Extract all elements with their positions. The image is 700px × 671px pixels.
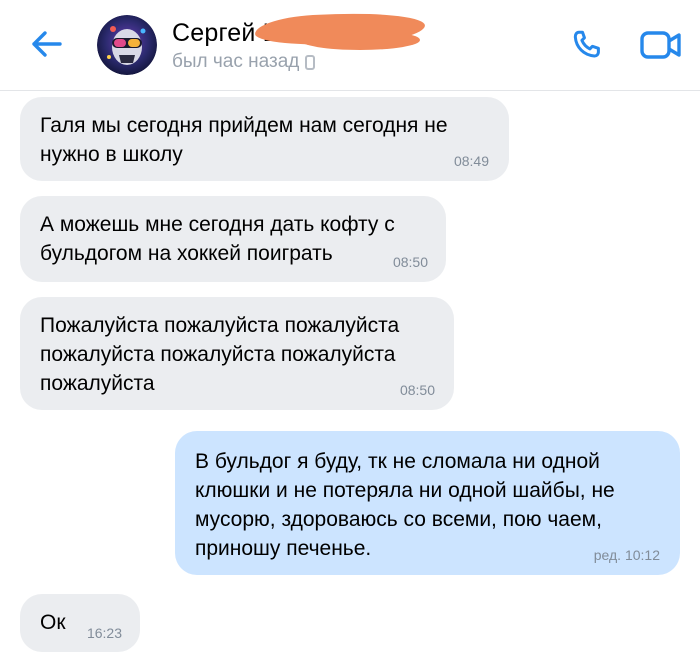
message-bubble-outgoing[interactable]: В бульдог я буду, тк не сломала ни одной… [175,431,680,575]
back-button[interactable] [26,24,66,64]
avatar-image [97,15,157,75]
chat-header: Сергей Ш был час назад [0,0,700,91]
redaction-mark [300,30,420,50]
message-bubble-incoming[interactable]: А можешь мне сегодня дать кофту с бульдо… [20,196,446,282]
phone-icon [573,30,600,58]
message-text: Галя мы сегодня прийдем нам сегодня не н… [40,114,448,166]
video-camera-icon [640,31,681,59]
message-text: Пожалуйста пожалуйста пожалуйста пожалуй… [40,314,400,395]
message-time: ред. 10:12 [593,547,660,563]
message-time: 08:50 [392,254,428,270]
message-time: 08:50 [399,382,435,398]
message-time: 08:49 [453,153,489,169]
call-button[interactable] [566,24,608,66]
arrow-left-icon [32,31,62,57]
message-text: В бульдог я буду, тк не сломала ни одной… [195,450,615,560]
message-bubble-incoming[interactable]: Галя мы сегодня прийдем нам сегодня не н… [20,97,509,181]
mobile-phone-icon [305,54,316,70]
video-call-button[interactable] [638,24,684,66]
message-text: А можешь мне сегодня дать кофту с бульдо… [40,213,395,265]
message-bubble-incoming[interactable]: Пожалуйста пожалуйста пожалуйста пожалуй… [20,297,454,410]
message-bubble-incoming[interactable]: Ок 16:23 [20,594,140,652]
online-status: был час назад [172,51,300,72]
avatar[interactable] [97,15,157,75]
message-time: 16:23 [86,625,122,641]
status-area: был час назад [172,51,316,73]
